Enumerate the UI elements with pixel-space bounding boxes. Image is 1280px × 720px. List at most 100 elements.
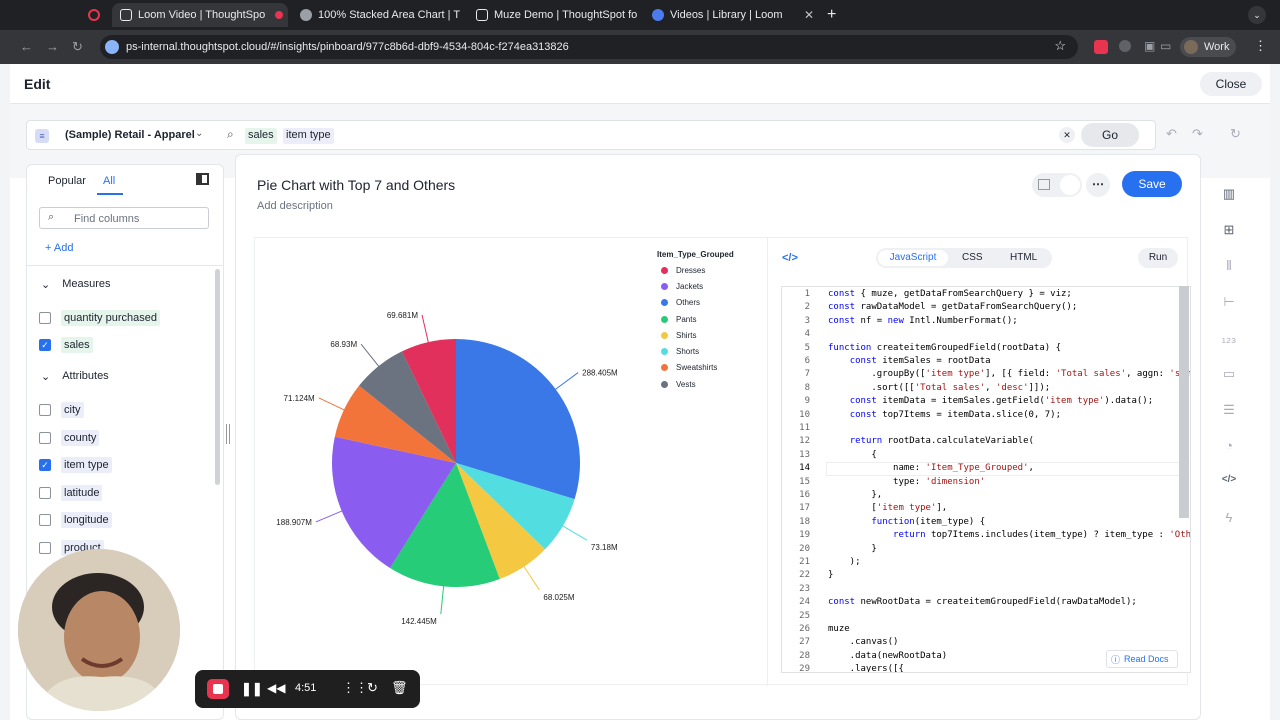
tab-html[interactable]: HTML	[1010, 252, 1037, 263]
reload-icon[interactable]: ↻	[72, 39, 83, 55]
chevron-down-icon[interactable]: ⌄	[195, 128, 203, 139]
column-item[interactable]: latitude	[39, 485, 103, 501]
chart-editor: Pie Chart with Top 7 and Others Add desc…	[235, 154, 1201, 720]
line-number: 16	[799, 490, 810, 500]
line-number: 26	[799, 624, 810, 634]
legend-item[interactable]: Others	[661, 295, 761, 311]
search-token[interactable]: sales	[245, 128, 277, 144]
add-column-button[interactable]: + Add	[45, 242, 73, 254]
editor-scrollbar[interactable]	[1179, 286, 1189, 518]
browser-menu-icon[interactable]: ⋮	[1254, 38, 1267, 54]
panel-toggle-icon[interactable]	[196, 173, 209, 185]
restart-icon[interactable]: ↻	[367, 680, 378, 696]
checkbox[interactable]	[39, 514, 51, 526]
browser-tab[interactable]: 100% Stacked Area Chart | T ✕	[292, 3, 464, 27]
webcam-bubble[interactable]	[18, 549, 180, 711]
attributes-section-header[interactable]: ⌄ Attributes	[41, 370, 109, 383]
code-line: const top7Items = itemData.slice(0, 7);	[849, 409, 1062, 420]
extension-icon[interactable]	[1094, 40, 1108, 54]
legend-item[interactable]: Vests	[661, 376, 761, 392]
measures-section-header[interactable]: ⌄ Measures	[41, 278, 111, 291]
save-button[interactable]: Save	[1122, 171, 1182, 197]
tab-search-icon[interactable]: ⌄	[1248, 6, 1266, 24]
legend-item[interactable]: Shirts	[661, 327, 761, 343]
grid-icon[interactable]: ⋮⋮	[342, 680, 368, 696]
code-editor[interactable]: 1 const { muze, getDataFromSearchQuery } …	[781, 286, 1191, 673]
chart-icon[interactable]: ▥	[1220, 186, 1238, 204]
chart-description[interactable]: Add description	[257, 200, 333, 212]
delete-icon[interactable]: 🗑	[391, 680, 408, 696]
checkbox[interactable]	[39, 487, 51, 499]
run-button[interactable]: Run	[1138, 248, 1178, 268]
chart-title[interactable]: Pie Chart with Top 7 and Others	[257, 177, 455, 193]
more-options-button[interactable]: ⋯	[1086, 173, 1110, 197]
column-item[interactable]: ✓ sales	[39, 337, 93, 353]
legend-label: Shorts	[676, 347, 700, 357]
checkbox[interactable]	[39, 404, 51, 416]
legend-swatch	[661, 348, 668, 356]
bookmark-star-icon[interactable]: ☆	[1054, 38, 1066, 54]
back-icon[interactable]: ←	[20, 39, 33, 54]
site-info-icon[interactable]	[105, 40, 119, 54]
address-bar[interactable]: ps-internal.thoughtspot.cloud/#/insights…	[100, 35, 1078, 59]
search-token[interactable]: item type	[283, 128, 334, 144]
code-icon[interactable]: </>	[782, 252, 798, 264]
table-toggle[interactable]	[1032, 173, 1082, 197]
close-button[interactable]: Close	[1200, 72, 1262, 96]
axis-icon[interactable]: ⊢	[1220, 294, 1238, 312]
datasource-selector[interactable]: (Sample) Retail - Apparel	[65, 129, 195, 141]
filters-icon[interactable]: ☰	[1220, 402, 1238, 420]
columns-icon[interactable]: ⦀	[1220, 258, 1238, 276]
tab-all[interactable]: All	[103, 175, 115, 187]
custom-code-icon[interactable]: </>	[1220, 474, 1238, 492]
extension-icon[interactable]	[1119, 40, 1131, 52]
alert-icon[interactable]: ◔	[1220, 438, 1238, 456]
legend-item[interactable]: Jackets	[661, 278, 761, 294]
new-tab-button[interactable]: +	[827, 6, 836, 24]
legend-item[interactable]: Shorts	[661, 343, 761, 359]
stop-recording-button[interactable]	[207, 679, 229, 699]
column-item[interactable]: quantity purchased	[39, 310, 160, 326]
chart-config-icon[interactable]: ⊞	[1220, 222, 1238, 240]
lightning-icon[interactable]: ϟ	[1220, 510, 1238, 528]
number-format-icon[interactable]: ₁₂₃	[1220, 330, 1238, 348]
column-item[interactable]: city	[39, 402, 84, 418]
legend-item[interactable]: Dresses	[661, 262, 761, 278]
tab-css[interactable]: CSS	[962, 252, 983, 263]
undo-icon[interactable]: ↶	[1166, 126, 1177, 142]
panel-resize-handle[interactable]	[226, 424, 230, 444]
extensions-puzzle-icon[interactable]: ▣	[1144, 39, 1155, 53]
checkbox[interactable]: ✓	[39, 459, 51, 471]
checkbox[interactable]: ✓	[39, 339, 51, 351]
checkbox[interactable]	[39, 312, 51, 324]
find-columns-input[interactable]: ⌕ Find columns	[39, 207, 209, 229]
display-icon[interactable]: ▭	[1220, 366, 1238, 384]
clear-search-icon[interactable]: ✕	[1059, 127, 1075, 143]
forward-icon[interactable]: →	[46, 39, 59, 54]
split-view-icon[interactable]: ▭	[1160, 39, 1171, 53]
rewind-icon[interactable]: ◀◀	[267, 681, 285, 695]
line-number: 25	[799, 610, 810, 621]
scrollbar[interactable]	[215, 269, 220, 485]
read-docs-button[interactable]: ⓘ Read Docs	[1106, 650, 1178, 668]
legend-item[interactable]: Sweatshirts	[661, 360, 761, 376]
checkbox[interactable]	[39, 432, 51, 444]
redo-icon[interactable]: ↷	[1192, 126, 1203, 142]
column-item[interactable]: county	[39, 430, 100, 446]
search-bar[interactable]: ≡ (Sample) Retail - Apparel ⌄ ⌕ sales it…	[26, 120, 1156, 150]
browser-tab[interactable]: Muze Demo | ThoughtSpot fo ✕	[468, 3, 640, 27]
profile-button[interactable]: Work	[1180, 37, 1236, 57]
pause-icon[interactable]: ❚❚	[241, 681, 263, 697]
tab-javascript[interactable]: JavaScript	[878, 250, 948, 266]
column-item[interactable]: longitude	[39, 512, 112, 528]
reset-icon[interactable]: ↻	[1230, 126, 1241, 142]
browser-tab[interactable]: Loom Video | ThoughtSpo ✕	[112, 3, 288, 27]
line-number: 28	[799, 650, 810, 661]
tab-popular[interactable]: Popular	[48, 175, 86, 187]
browser-tab[interactable]: Videos | Library | Loom ✕	[644, 3, 822, 27]
legend-item[interactable]: Pants	[661, 311, 761, 327]
close-tab-icon[interactable]: ✕	[804, 8, 814, 22]
go-button[interactable]: Go	[1081, 123, 1139, 147]
checkbox[interactable]	[39, 542, 51, 554]
column-item[interactable]: ✓ item type	[39, 457, 112, 473]
